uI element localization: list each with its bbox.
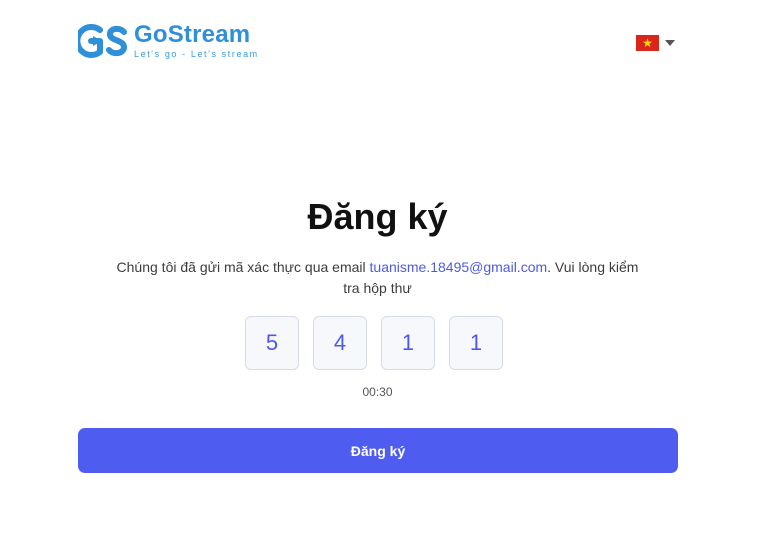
vietnam-flag-icon xyxy=(636,35,659,51)
caret-down-icon xyxy=(665,40,675,46)
otp-digit-1[interactable]: 5 xyxy=(245,316,299,370)
gostream-logo[interactable]: GoStream Let's go - Let's stream xyxy=(78,22,259,60)
signup-verification-page: GoStream Let's go - Let's stream Đăng ký… xyxy=(0,0,773,548)
logo-name: GoStream xyxy=(134,21,251,48)
logo-tagline: Let's go - Let's stream xyxy=(134,49,259,59)
logo-text: GoStream Let's go - Let's stream xyxy=(134,23,259,59)
otp-input-group: 5 4 1 1 xyxy=(245,316,503,370)
gostream-logo-icon xyxy=(78,24,128,58)
countdown-timer: 00:30 xyxy=(362,385,393,399)
otp-digit-2[interactable]: 4 xyxy=(313,316,367,370)
otp-digit-3[interactable]: 1 xyxy=(381,316,435,370)
page-title: Đăng ký xyxy=(307,196,448,237)
language-selector[interactable] xyxy=(636,35,675,51)
verification-message: Chúng tôi đã gửi mã xác thực qua email t… xyxy=(110,257,645,299)
signup-submit-button[interactable]: Đăng ký xyxy=(78,428,678,473)
otp-digit-4[interactable]: 1 xyxy=(449,316,503,370)
email-address: tuanisme.18495@gmail.com xyxy=(369,259,548,275)
message-prefix: Chúng tôi đã gửi mã xác thực qua email xyxy=(116,259,370,275)
